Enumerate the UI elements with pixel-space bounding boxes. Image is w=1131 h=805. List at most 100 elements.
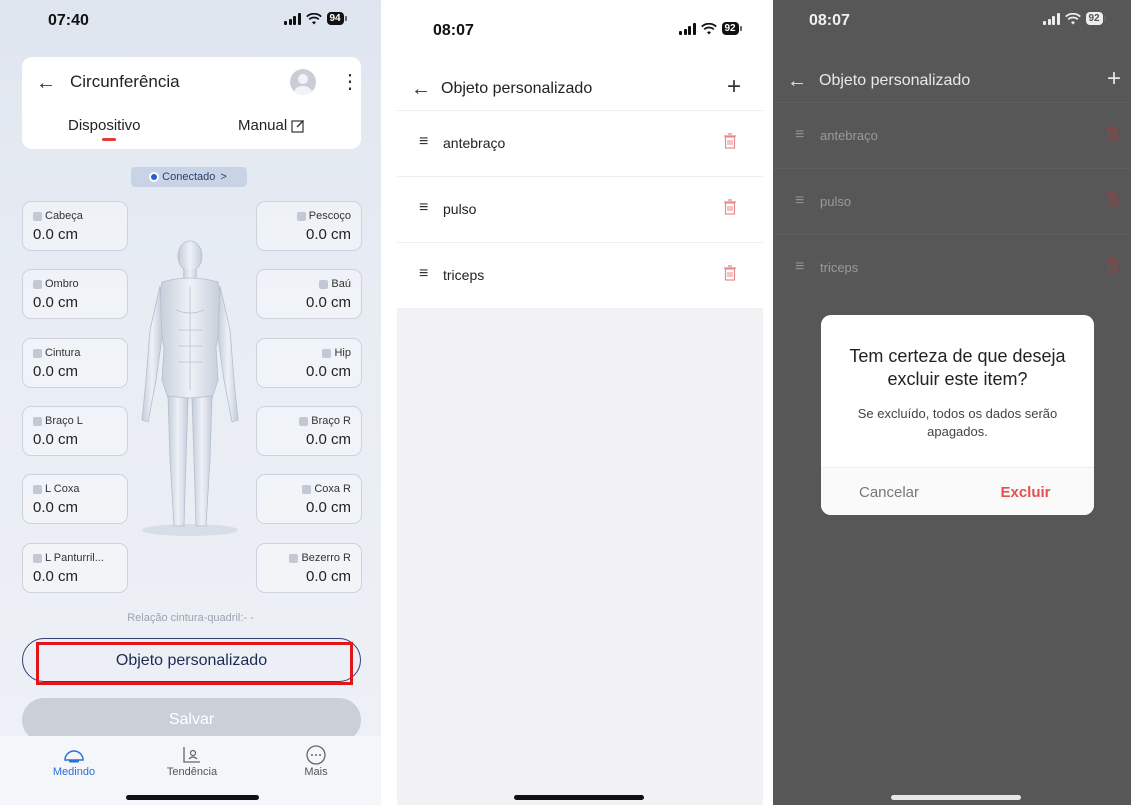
drag-handle-icon[interactable]: ≡ [419,133,428,151]
header-card: ← Circunferência ⋮ Dispositivo Manual [22,57,361,149]
tab-measuring-label: Medindo [52,766,96,778]
home-indicator [126,795,259,800]
measure-value: 0.0 cm [33,294,79,311]
measure-card-shoulder[interactable]: Ombro 0.0 cm [22,269,128,319]
measure-checkbox-icon [33,484,42,494]
signal-icon [284,12,301,25]
add-icon[interactable]: + [727,75,741,99]
waist-hip-ratio: Relação cintura-quadril:- - [127,612,254,624]
battery-icon: 94 [326,12,347,25]
tab-measuring[interactable]: Medindo [34,744,114,778]
measure-value: 0.0 cm [305,226,351,243]
body-figure-illustration [141,240,239,536]
list-item[interactable]: ≡ triceps [397,242,763,308]
measure-value: 0.0 cm [33,431,79,448]
measure-label: Baú [331,278,351,290]
list-item[interactable]: ≡ antebraço [397,110,763,176]
list-item: ≡ pulso [773,168,1131,234]
item-name: triceps [443,267,485,283]
avatar[interactable] [290,69,316,95]
measure-card-thigh-right[interactable]: Coxa R 0.0 cm [256,474,362,524]
status-icons: 92 [679,22,742,35]
back-arrow-icon[interactable]: ← [36,73,56,93]
measure-card-chest[interactable]: Baú 0.0 cm [256,269,362,319]
chevron-right-icon: > [220,171,227,183]
screen-delete-confirm: 08:07 92 ← Objeto personalizado + ≡ ante… [773,0,1131,805]
tab-trend-label: Tendência [166,766,218,778]
drag-handle-icon: ≡ [795,258,805,275]
measure-value: 0.0 cm [305,568,351,585]
measure-card-waist[interactable]: Cintura 0.0 cm [22,338,128,388]
measure-value: 0.0 cm [305,363,351,380]
measure-checkbox-icon [289,553,299,563]
status-time: 08:07 [809,12,850,29]
drag-handle-icon[interactable]: ≡ [419,265,428,283]
measure-card-arm-right[interactable]: Braço R 0.0 cm [256,406,362,456]
measure-card-neck[interactable]: Pescoço 0.0 cm [256,201,362,251]
measure-card-calf-right[interactable]: Bezerro R 0.0 cm [256,543,362,593]
connection-status[interactable]: Conectado > [131,167,247,187]
more-vertical-icon[interactable]: ⋮ [340,69,360,94]
home-indicator [514,795,644,800]
measure-card-thigh-left[interactable]: L Coxa 0.0 cm [22,474,128,524]
screen-custom-objects: 08:07 92 ← Objeto personalizado + ≡ ante… [397,0,763,805]
measure-label: Bezerro R [301,552,351,564]
signal-icon [1043,12,1060,25]
trash-icon [1106,125,1118,141]
wifi-icon [305,12,322,24]
custom-object-list: ≡ antebraço ≡ pulso ≡ triceps [397,110,763,308]
drag-handle-icon[interactable]: ≡ [419,199,428,217]
measure-card-arm-left[interactable]: Braço L 0.0 cm [22,406,128,456]
back-arrow-icon[interactable]: ← [787,71,807,91]
screen-circumference: 07:40 94 ← Circunferência ⋮ Dispositivo … [0,0,381,805]
measure-value: 0.0 cm [305,294,351,311]
tab-more[interactable]: Mais [276,744,356,778]
tab-manual[interactable]: Manual [238,117,305,134]
trash-icon[interactable] [723,199,737,215]
drag-handle-icon: ≡ [795,192,805,209]
measure-card-head[interactable]: Cabeça 0.0 cm [22,201,128,251]
app-header: ← Circunferência ⋮ [22,57,361,107]
measure-value: 0.0 cm [305,431,351,448]
bottom-tab-bar: Medindo Tendência Mais [0,736,381,805]
delete-confirm-dialog: Tem certeza de que deseja excluir este i… [821,315,1094,515]
back-arrow-icon[interactable]: ← [411,79,431,99]
measure-label: Pescoço [308,210,351,222]
measure-checkbox-icon [296,211,306,221]
trash-icon[interactable] [723,265,737,281]
measure-card-hip[interactable]: Hip 0.0 cm [256,338,362,388]
item-name: antebraço [820,128,878,143]
connected-dot-icon [151,174,158,180]
list-item[interactable]: ≡ pulso [397,176,763,242]
measure-checkbox-icon [299,416,309,426]
cancel-button[interactable]: Cancelar [821,484,957,501]
tab-manual-label: Manual [238,117,288,134]
status-icons: 92 [1043,12,1106,25]
tab-device[interactable]: Dispositivo [68,117,141,134]
status-bar: 08:07 92 [773,0,1131,40]
add-icon[interactable]: + [1107,67,1121,91]
page-title: Objeto personalizado [441,80,593,97]
trash-icon[interactable] [723,133,737,149]
tab-trend[interactable]: Tendência [152,744,232,778]
delete-button[interactable]: Excluir [957,484,1094,501]
battery-icon: 92 [1085,12,1106,25]
more-circle-icon [306,745,326,765]
battery-icon: 92 [721,22,742,35]
measure-checkbox-icon [33,416,42,426]
measure-value: 0.0 cm [305,499,351,516]
tab-more-label: Mais [304,766,328,778]
trend-chart-icon [183,747,200,763]
dialog-title: Tem certeza de que deseja excluir este i… [849,346,1066,389]
wifi-icon [1064,12,1081,24]
connection-label: Conectado [162,171,216,183]
measure-label: Hip [334,347,351,359]
status-bar: 07:40 94 [0,0,381,40]
custom-object-list: ≡ antebraço ≡ pulso ≡ triceps [773,102,1131,300]
item-name: triceps [820,260,859,275]
measure-label: Braço L [45,415,83,427]
measure-label: Cintura [45,347,81,359]
dialog-actions: Cancelar Excluir [821,467,1094,515]
measure-card-calf-left[interactable]: L Panturril... 0.0 cm [22,543,128,593]
status-time: 07:40 [48,12,89,29]
